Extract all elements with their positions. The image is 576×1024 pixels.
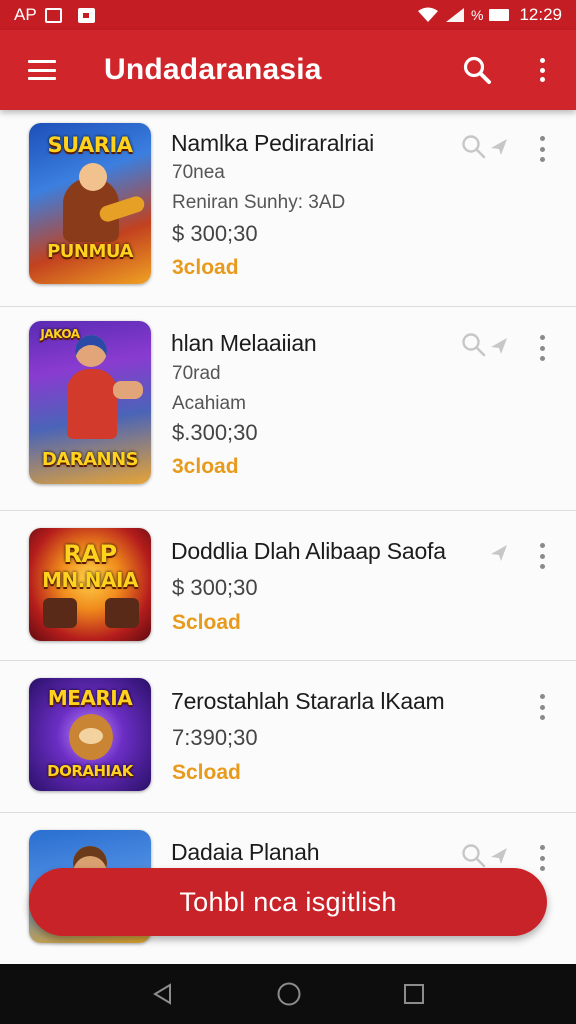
more-vert-icon[interactable] bbox=[530, 56, 554, 84]
item-title: 7erostahlah Stararla lKaam bbox=[171, 688, 445, 714]
item-more-icon[interactable] bbox=[537, 543, 547, 569]
system-nav-bar bbox=[0, 964, 576, 1024]
game-thumbnail[interactable]: RAP MN.NAIA bbox=[29, 528, 151, 641]
item-price: $.300;30 bbox=[172, 420, 258, 445]
thumbnail-title-top: JAKOA bbox=[40, 327, 80, 341]
list-item[interactable]: JAKOA DARANNS hlan Melaaiian 70rad Acahi… bbox=[0, 307, 576, 511]
download-link[interactable]: Scload bbox=[172, 611, 241, 635]
item-subtitle: Acahiam bbox=[172, 393, 246, 414]
thumbnail-title-bottom: DARANNS bbox=[41, 449, 139, 470]
search-icon[interactable] bbox=[461, 134, 487, 160]
status-bar: AP % 12:29 bbox=[0, 0, 576, 30]
share-arrow-icon[interactable] bbox=[490, 337, 508, 355]
clock: 12:29 bbox=[519, 5, 562, 24]
home-circle-icon[interactable] bbox=[276, 981, 302, 1007]
back-triangle-icon[interactable] bbox=[151, 982, 175, 1006]
item-title: Dadaia Planah bbox=[171, 839, 320, 865]
search-icon[interactable] bbox=[461, 843, 487, 869]
game-thumbnail[interactable]: JAKOA DARANNS bbox=[29, 321, 151, 484]
item-price: $ 300;30 bbox=[172, 221, 258, 246]
thumbnail-title-top: RAP bbox=[63, 540, 117, 568]
list-item[interactable]: RAP MN.NAIA Doddlia Dlah Alibaap Saofa $… bbox=[0, 511, 576, 661]
app-screen: AP % 12:29 Undadaranasia SUARIA PUNMUA N… bbox=[0, 0, 576, 1024]
share-arrow-icon[interactable] bbox=[490, 138, 508, 156]
app-title: Undadaranasia bbox=[104, 53, 322, 86]
item-title: hlan Melaaiian bbox=[171, 330, 317, 356]
thumbnail-title-top: MEARIA bbox=[47, 686, 133, 710]
notification-icon bbox=[44, 7, 62, 23]
item-more-icon[interactable] bbox=[537, 694, 547, 720]
search-icon[interactable] bbox=[462, 55, 492, 85]
item-version: 70rad bbox=[172, 363, 221, 384]
share-arrow-icon[interactable] bbox=[490, 847, 508, 865]
list-item[interactable]: MEARIA DORAHIAK 7erostahlah Stararla lKa… bbox=[0, 661, 576, 813]
download-link[interactable]: Scload bbox=[172, 761, 241, 785]
list-item[interactable]: SUARIA PUNMUA Namlka Pediraralriai 70nea… bbox=[0, 110, 576, 307]
wifi-icon bbox=[418, 7, 438, 22]
primary-action-button[interactable]: Tohbl nca isgitlish bbox=[29, 868, 547, 936]
hamburger-menu-icon[interactable] bbox=[28, 60, 56, 80]
download-link[interactable]: 3cload bbox=[172, 256, 239, 280]
item-title: Doddlia Dlah Alibaap Saofa bbox=[171, 538, 446, 564]
app-bar: Undadaranasia bbox=[0, 30, 576, 110]
thumbnail-title-bottom: MN.NAIA bbox=[42, 568, 138, 592]
battery-percent: % bbox=[471, 7, 484, 23]
thumbnail-title-bottom: PUNMUA bbox=[47, 241, 133, 262]
game-thumbnail[interactable]: MEARIA DORAHIAK bbox=[29, 678, 151, 791]
search-icon[interactable] bbox=[461, 332, 487, 358]
item-more-icon[interactable] bbox=[537, 335, 547, 361]
thumbnail-title-top: SUARIA bbox=[47, 133, 133, 157]
download-link[interactable]: 3cload bbox=[172, 455, 239, 479]
item-title: Namlka Pediraralriai bbox=[171, 130, 375, 156]
image-notification-icon bbox=[77, 7, 95, 23]
item-price: 7:390;30 bbox=[172, 725, 258, 750]
carrier-label: AP bbox=[14, 5, 37, 24]
item-price: $ 300;30 bbox=[172, 575, 258, 600]
item-subtitle: Reniran Sunhy: 3AD bbox=[172, 192, 346, 213]
battery-icon bbox=[489, 9, 510, 21]
signal-icon bbox=[446, 8, 464, 22]
game-thumbnail[interactable]: SUARIA PUNMUA bbox=[29, 123, 151, 284]
item-more-icon[interactable] bbox=[537, 136, 547, 162]
share-arrow-icon[interactable] bbox=[490, 544, 508, 562]
recents-square-icon[interactable] bbox=[403, 983, 425, 1005]
thumbnail-title-bottom: DORAHIAK bbox=[47, 762, 133, 780]
item-more-icon[interactable] bbox=[537, 845, 547, 871]
game-list: SUARIA PUNMUA Namlka Pediraralriai 70nea… bbox=[0, 110, 576, 973]
item-version: 70nea bbox=[172, 162, 225, 183]
